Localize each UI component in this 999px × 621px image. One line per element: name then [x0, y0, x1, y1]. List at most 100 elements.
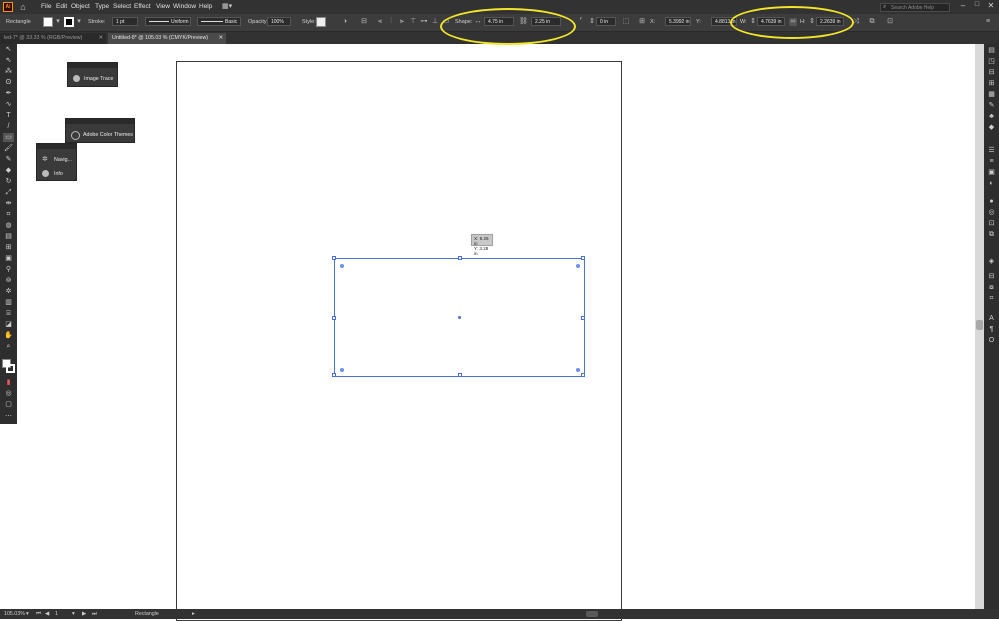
- menu-select[interactable]: Select: [113, 3, 131, 10]
- selected-rectangle[interactable]: [332, 256, 585, 377]
- navigator-icon[interactable]: ✲: [42, 155, 48, 163]
- lasso-tool-icon[interactable]: ʘ: [3, 78, 14, 87]
- stroke-weight-field[interactable]: 1 pt: [112, 17, 138, 26]
- character-icon[interactable]: A: [986, 314, 997, 323]
- resize-handle-left[interactable]: [332, 316, 336, 320]
- corner-widget-bottom-left[interactable]: [340, 368, 344, 372]
- line-tool-icon[interactable]: /: [3, 122, 14, 131]
- eyedropper-tool-icon[interactable]: ⚲: [3, 265, 14, 274]
- cc-libraries-icon[interactable]: ◈: [986, 257, 997, 266]
- stroke-color-swatch[interactable]: [6, 364, 15, 373]
- maximize-icon[interactable]: □: [972, 1, 982, 12]
- corner-radius-field[interactable]: 0 in: [596, 17, 616, 26]
- symbol-sprayer-tool-icon[interactable]: ✲: [3, 287, 14, 296]
- scale-tool-icon[interactable]: ⤢: [3, 188, 14, 197]
- menu-type[interactable]: Type: [95, 3, 109, 10]
- symbols-icon[interactable]: ♣: [986, 112, 997, 121]
- home-icon[interactable]: ⌂: [18, 2, 28, 12]
- more-tools-icon[interactable]: ⋯: [3, 412, 14, 421]
- align-center-icon[interactable]: ⫶: [387, 18, 395, 26]
- resize-handle-top[interactable]: [458, 256, 462, 260]
- slice-tool-icon[interactable]: ◪: [3, 320, 14, 329]
- corner-widget-bottom-right[interactable]: [576, 368, 580, 372]
- stroke-panel-icon[interactable]: ≡: [986, 157, 997, 166]
- minimize-icon[interactable]: –: [958, 1, 968, 12]
- rectangle-tool-icon[interactable]: ▭: [3, 133, 14, 142]
- resize-handle-top-left[interactable]: [332, 256, 336, 260]
- pen-tool-icon[interactable]: ✒: [3, 89, 14, 98]
- opentype-icon[interactable]: O: [986, 336, 997, 345]
- resize-handle-right[interactable]: [581, 316, 585, 320]
- image-trace-label[interactable]: Image Trace: [84, 76, 113, 82]
- graph-tool-icon[interactable]: ▥: [3, 298, 14, 307]
- search-help-field[interactable]: ⌕ Search Adobe Help: [880, 3, 950, 12]
- status-menu-icon[interactable]: ▸: [192, 611, 195, 617]
- direct-selection-tool-icon[interactable]: ⇖: [3, 56, 14, 65]
- artboards-panel-icon[interactable]: ⧉: [986, 230, 997, 239]
- align-right-icon[interactable]: ⫸: [398, 18, 406, 26]
- prev-artboard-icon[interactable]: ◀: [45, 611, 49, 617]
- reference-point-icon[interactable]: ⊞: [638, 18, 646, 26]
- selection-tool-icon[interactable]: ↖: [3, 45, 14, 54]
- properties-icon[interactable]: ▤: [986, 46, 997, 55]
- libraries-icon[interactable]: ◳: [986, 57, 997, 66]
- corner-radius-stepper[interactable]: ⇕: [588, 18, 596, 26]
- tab-untitled-8[interactable]: Untitled-8* @ 105.03 % (CMYK/Preview) ✕: [108, 33, 226, 44]
- menu-view[interactable]: View: [156, 3, 170, 10]
- fill-stroke-swatches[interactable]: [2, 359, 15, 375]
- corner-widget-top-right[interactable]: [576, 264, 580, 268]
- color-themes-label[interactable]: Adobe Color Themes: [83, 132, 133, 138]
- width-tool-icon[interactable]: ⇹: [3, 199, 14, 208]
- brushes-icon[interactable]: ✎: [986, 101, 997, 110]
- next-artboard-icon[interactable]: ▶: [82, 611, 86, 617]
- menu-effect[interactable]: Effect: [134, 3, 151, 10]
- close-icon[interactable]: ✕: [986, 1, 996, 12]
- color-themes-icon[interactable]: [71, 131, 80, 140]
- gradient-panel-icon[interactable]: ▣: [986, 168, 997, 177]
- rotate-tool-icon[interactable]: ↻: [3, 177, 14, 186]
- screen-mode-icon[interactable]: ▢: [3, 400, 14, 409]
- graphic-styles-icon[interactable]: ◆: [986, 123, 997, 132]
- corner-type-icon[interactable]: ⌜: [577, 18, 585, 26]
- layers-panel-icon[interactable]: ⊟: [986, 68, 997, 77]
- fill-swatch[interactable]: [43, 17, 53, 27]
- zoom-tool-icon[interactable]: ⌕: [3, 342, 14, 351]
- opacity-field[interactable]: 100%: [267, 17, 291, 26]
- color-panel-icon[interactable]: ●: [986, 197, 997, 206]
- align-middle-icon[interactable]: ⊶: [420, 18, 428, 26]
- mesh-tool-icon[interactable]: ⊞: [3, 243, 14, 252]
- free-transform-tool-icon[interactable]: ⌗: [3, 210, 14, 219]
- type-tool-icon[interactable]: T: [3, 111, 14, 120]
- info-label[interactable]: Info: [54, 171, 63, 177]
- tab-led-7[interactable]: led-7* @ 33.33 % (RGB/Preview) ✕: [0, 33, 106, 44]
- transform-icon[interactable]: ⬚: [622, 18, 630, 26]
- resize-handle-bottom-right[interactable]: [581, 373, 585, 377]
- menu-window[interactable]: Window: [173, 3, 196, 10]
- color-guide-icon[interactable]: ◎: [986, 208, 997, 217]
- align-left-icon[interactable]: ⫷: [376, 18, 384, 26]
- close-tab-icon[interactable]: ✕: [219, 33, 223, 44]
- pathfinder-icon[interactable]: ⧇: [986, 283, 997, 292]
- menu-edit[interactable]: Edit: [56, 3, 67, 10]
- zoom-dropdown-icon[interactable]: ▾: [26, 611, 29, 617]
- scroll-thumb[interactable]: [976, 320, 983, 330]
- pencil-tool-icon[interactable]: ✎: [3, 155, 14, 164]
- gradient-tool-icon[interactable]: ▣: [3, 254, 14, 263]
- curvature-tool-icon[interactable]: ∿: [3, 100, 14, 109]
- paragraph-icon[interactable]: ¶: [986, 325, 997, 334]
- align-dropdown-icon[interactable]: ⊟: [360, 18, 368, 26]
- resize-handle-top-right[interactable]: [581, 256, 585, 260]
- artboard-tool-icon[interactable]: ⌸: [3, 309, 14, 318]
- horizontal-scroll-thumb[interactable]: [586, 611, 598, 617]
- resize-handle-bottom-left[interactable]: [332, 373, 336, 377]
- align-panel-icon[interactable]: ⊟: [986, 272, 997, 281]
- swatches-icon[interactable]: ▦: [986, 90, 997, 99]
- close-tab-icon[interactable]: ✕: [99, 33, 103, 44]
- perspective-grid-tool-icon[interactable]: ▤: [3, 232, 14, 241]
- transform-panel-icon[interactable]: ⌗: [986, 294, 997, 303]
- graphic-style-swatch[interactable]: [316, 17, 326, 27]
- panel-header[interactable]: [68, 63, 117, 68]
- links-icon[interactable]: ⊞: [986, 79, 997, 88]
- isolate-icon[interactable]: ⊡: [886, 18, 894, 26]
- asset-export-icon[interactable]: ⊡: [986, 219, 997, 228]
